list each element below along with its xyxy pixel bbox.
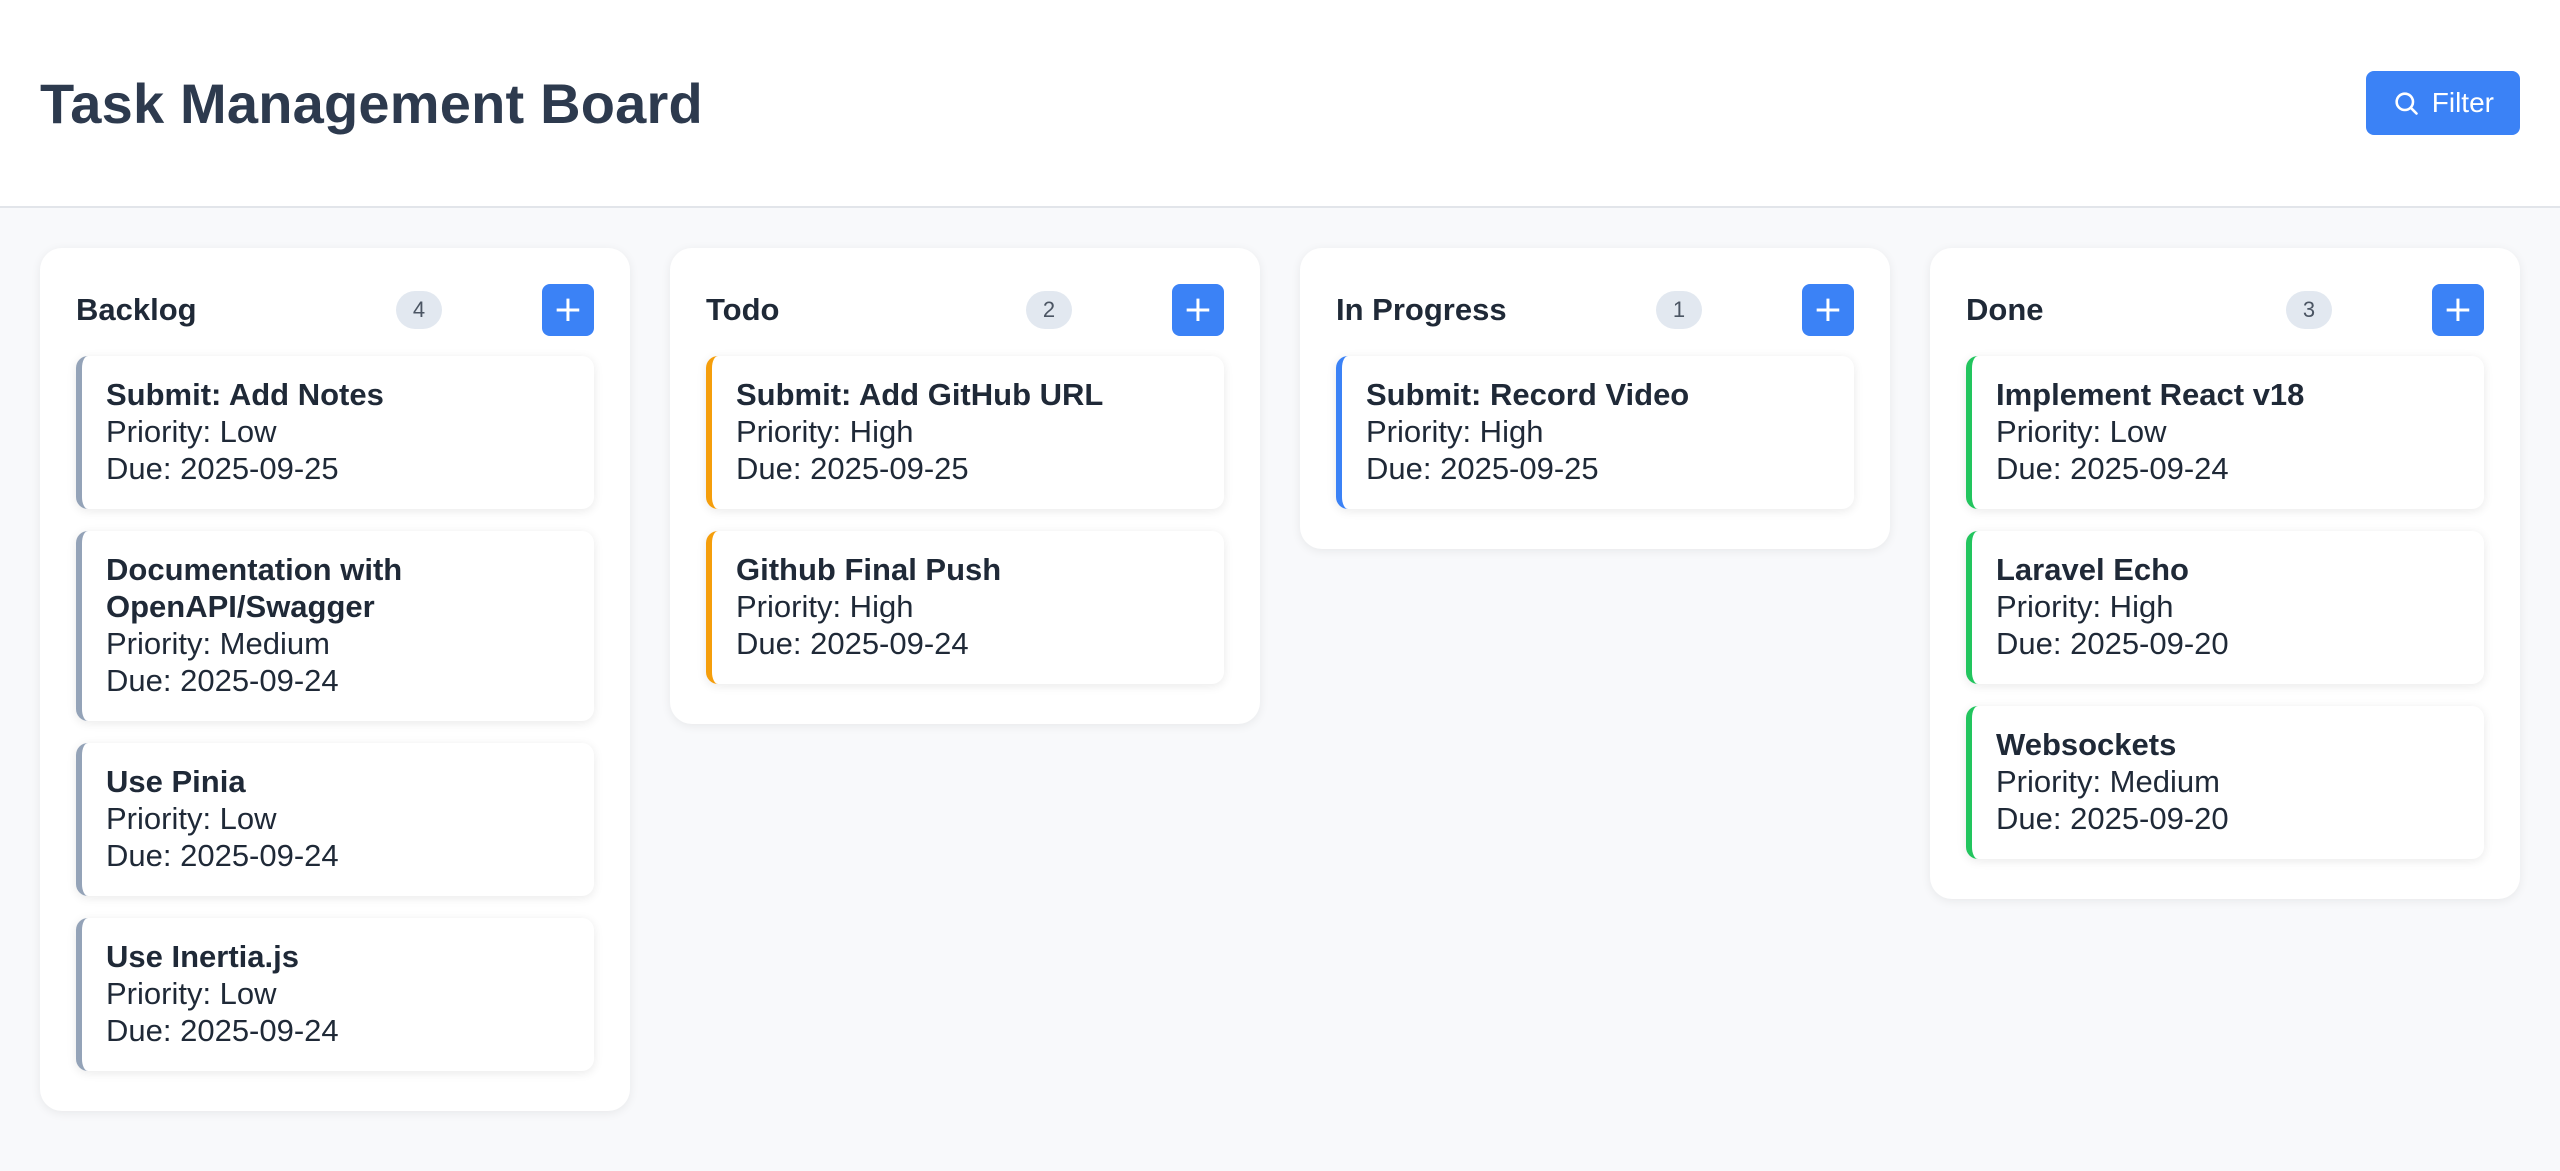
column-title: Todo	[706, 292, 780, 327]
task-card[interactable]: Use Inertia.js Priority: Low Due: 2025-0…	[76, 918, 594, 1071]
task-due-date: Due: 2025-09-25	[1366, 451, 1599, 486]
task-count-badge: 3	[2286, 291, 2332, 329]
task-due-date: Due: 2025-09-24	[106, 838, 339, 873]
app-header: Task Management Board Filter	[0, 0, 2560, 208]
task-card[interactable]: Documentation with OpenAPI/Swagger Prior…	[76, 531, 594, 721]
task-priority: Priority: High	[1366, 414, 1544, 449]
column-header: Done 3 +	[1966, 284, 2484, 336]
task-card[interactable]: Websockets Priority: Medium Due: 2025-09…	[1966, 706, 2484, 859]
task-count-badge: 4	[396, 291, 442, 329]
task-card[interactable]: Submit: Add Notes Priority: Low Due: 202…	[76, 356, 594, 509]
task-priority: Priority: High	[736, 589, 914, 624]
column-header: Backlog 4 +	[76, 284, 594, 336]
column-title: Done	[1966, 292, 2044, 327]
column-in-progress: In Progress 1 + Submit: Record Video Pri…	[1300, 248, 1890, 549]
board: Backlog 4 + Submit: Add Notes Priority: …	[0, 208, 2560, 1111]
task-count-badge: 2	[1026, 291, 1072, 329]
task-title: Laravel Echo	[1996, 552, 2189, 587]
task-due-date: Due: 2025-09-25	[106, 451, 339, 486]
column-done: Done 3 + Implement React v18 Priority: L…	[1930, 248, 2520, 899]
task-priority: Priority: Low	[106, 414, 277, 449]
task-due-date: Due: 2025-09-24	[106, 663, 339, 698]
add-task-button[interactable]: +	[1802, 284, 1854, 336]
card-list: Implement React v18 Priority: Low Due: 2…	[1966, 356, 2484, 859]
column-todo: Todo 2 + Submit: Add GitHub URL Priority…	[670, 248, 1260, 724]
task-due-date: Due: 2025-09-20	[1996, 626, 2229, 661]
filter-button-label: Filter	[2431, 87, 2494, 118]
task-due-date: Due: 2025-09-24	[1996, 451, 2229, 486]
task-title: Use Inertia.js	[106, 939, 299, 974]
task-title: Submit: Record Video	[1366, 377, 1690, 412]
task-title: Documentation with OpenAPI/Swagger	[106, 552, 403, 624]
task-card[interactable]: Laravel Echo Priority: High Due: 2025-09…	[1966, 531, 2484, 684]
filter-button[interactable]: Filter	[2365, 71, 2520, 135]
task-title: Submit: Add GitHub URL	[736, 377, 1104, 412]
task-title: Use Pinia	[106, 764, 246, 799]
task-priority: Priority: High	[1996, 589, 2174, 624]
task-due-date: Due: 2025-09-24	[736, 626, 969, 661]
task-card[interactable]: Implement React v18 Priority: Low Due: 2…	[1966, 356, 2484, 509]
search-icon	[2392, 89, 2420, 117]
task-title: Implement React v18	[1996, 377, 2305, 412]
task-card[interactable]: Github Final Push Priority: High Due: 20…	[706, 531, 1224, 684]
task-priority: Priority: Medium	[106, 626, 330, 661]
add-task-button[interactable]: +	[542, 284, 594, 336]
column-title: Backlog	[76, 292, 197, 327]
task-title: Submit: Add Notes	[106, 377, 384, 412]
add-task-button[interactable]: +	[1172, 284, 1224, 336]
card-list: Submit: Add GitHub URL Priority: High Du…	[706, 356, 1224, 684]
task-due-date: Due: 2025-09-20	[1996, 801, 2229, 836]
task-card[interactable]: Submit: Add GitHub URL Priority: High Du…	[706, 356, 1224, 509]
add-task-button[interactable]: +	[2432, 284, 2484, 336]
task-priority: Priority: High	[736, 414, 914, 449]
task-priority: Priority: Low	[106, 801, 277, 836]
column-header: Todo 2 +	[706, 284, 1224, 336]
task-priority: Priority: Low	[1996, 414, 2167, 449]
card-list: Submit: Record Video Priority: High Due:…	[1336, 356, 1854, 509]
column-backlog: Backlog 4 + Submit: Add Notes Priority: …	[40, 248, 630, 1111]
column-header: In Progress 1 +	[1336, 284, 1854, 336]
task-title: Github Final Push	[736, 552, 1002, 587]
task-priority: Priority: Low	[106, 976, 277, 1011]
task-due-date: Due: 2025-09-25	[736, 451, 969, 486]
task-due-date: Due: 2025-09-24	[106, 1013, 339, 1048]
card-list: Submit: Add Notes Priority: Low Due: 202…	[76, 356, 594, 1071]
page-title: Task Management Board	[40, 71, 703, 135]
column-title: In Progress	[1336, 292, 1507, 327]
task-card[interactable]: Submit: Record Video Priority: High Due:…	[1336, 356, 1854, 509]
task-title: Websockets	[1996, 727, 2177, 762]
task-card[interactable]: Use Pinia Priority: Low Due: 2025-09-24	[76, 743, 594, 896]
task-count-badge: 1	[1656, 291, 1702, 329]
task-priority: Priority: Medium	[1996, 764, 2220, 799]
